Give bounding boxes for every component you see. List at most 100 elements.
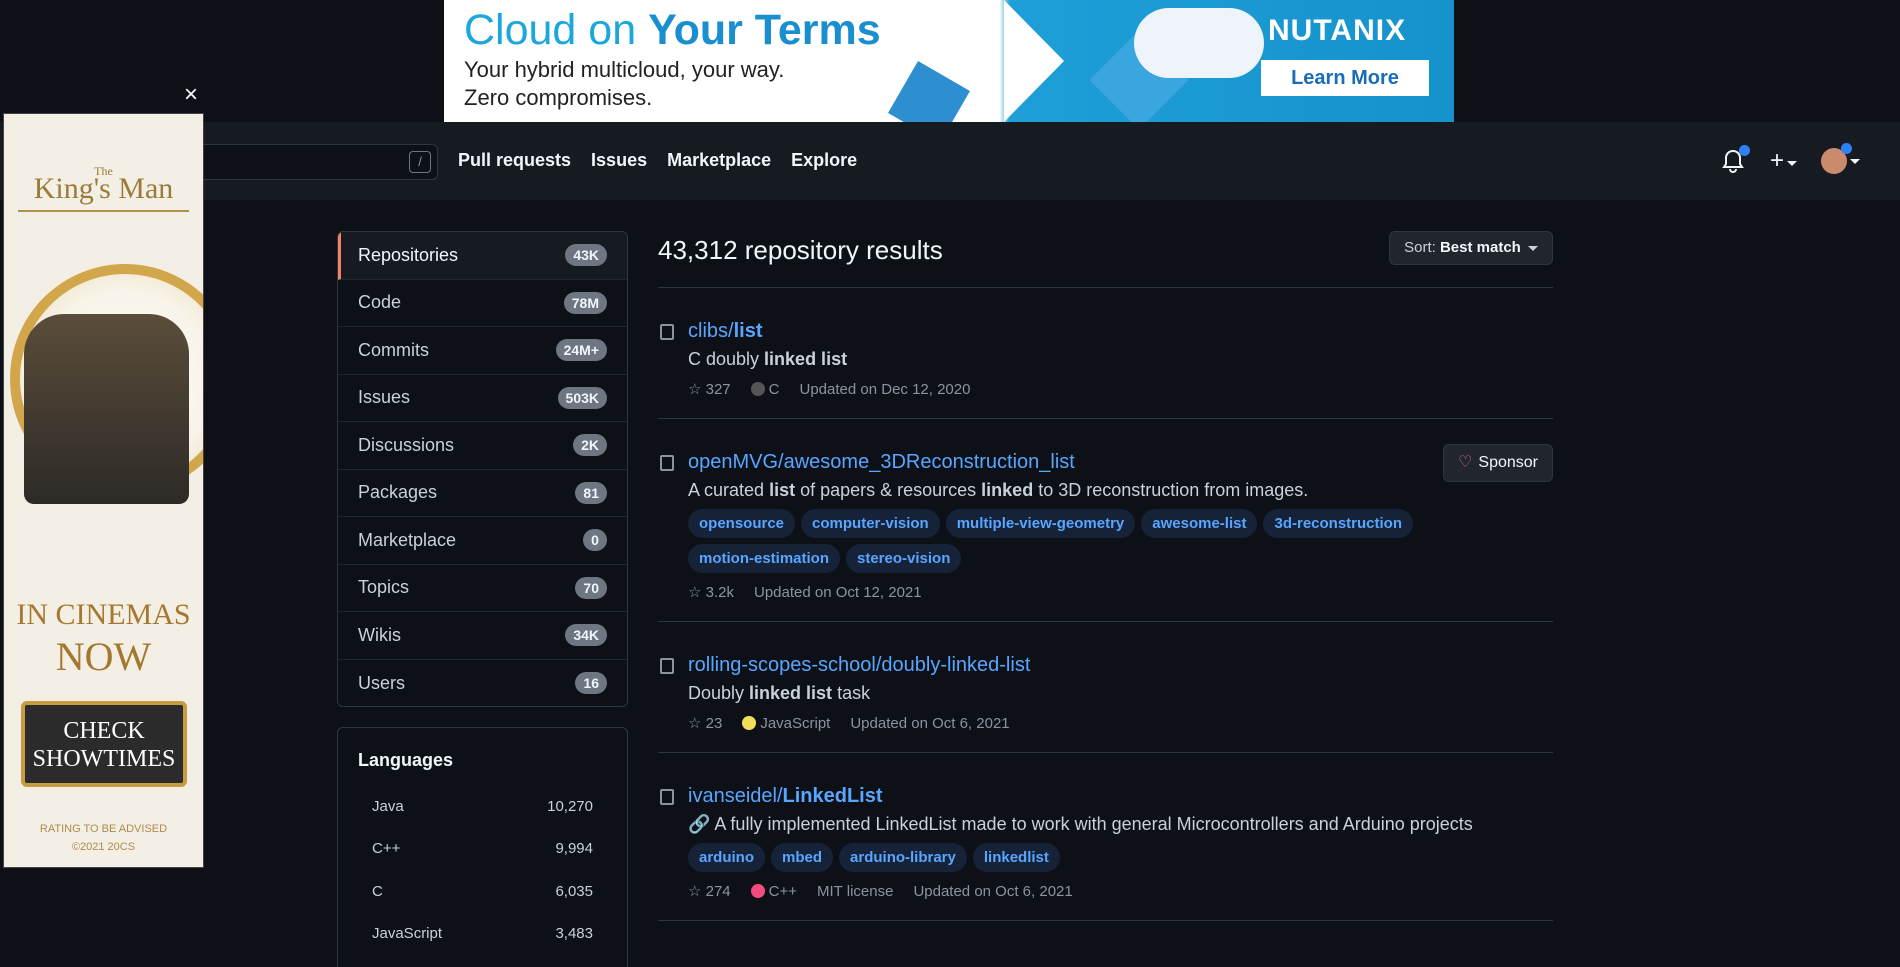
repo-meta: ☆ 3.2k Updated on Oct 12, 2021 — [688, 583, 1553, 602]
bell-icon[interactable] — [1722, 145, 1750, 173]
repo-link[interactable]: ivanseidel/LinkedList — [688, 785, 1553, 808]
language-item-javascript[interactable]: JavaScript 3,483 — [358, 913, 607, 956]
topic-tag[interactable]: stereo-vision — [846, 544, 962, 573]
count-badge: 503K — [557, 386, 607, 409]
nav-pull-requests[interactable]: Pull requests — [458, 150, 571, 171]
languages-filter: Languages Java 10,270 C++ 9,994 C 6,035 Jav… — [337, 727, 628, 967]
updated-date: Updated on Oct 12, 2021 — [753, 583, 922, 601]
filter-commits[interactable]: Commits 24M+ — [338, 327, 627, 375]
repo-license: MIT license — [817, 882, 894, 900]
topic-list: arduino mbed arduino-library linkedlist — [688, 843, 1548, 872]
updated-date: Updated on Oct 6, 2021 — [850, 714, 1010, 732]
ad-cast-image — [24, 314, 189, 504]
notification-dot — [1738, 145, 1750, 156]
count-badge: 24M+ — [555, 339, 607, 362]
count-badge: 81 — [575, 481, 607, 504]
topic-tag[interactable]: computer-vision — [801, 509, 940, 538]
repo-meta: ☆ 327 C Updated on Dec 12, 2020 — [688, 380, 1553, 399]
topic-tag[interactable]: opensource — [688, 509, 796, 538]
count-badge: 2K — [573, 434, 607, 457]
avatar — [1821, 143, 1852, 174]
topic-tag[interactable]: motion-estimation — [688, 544, 840, 573]
filter-users[interactable]: Users 16 — [338, 660, 627, 707]
ad-fine-print: RATING TO BE ADVISED ©2021 20CS — [39, 823, 168, 853]
ad-brand-logo: NUTANIX — [1268, 14, 1407, 47]
repo-meta: ☆ 274 C++ MIT license Updated on Oct 6, … — [688, 882, 1553, 901]
updated-date: Updated on Dec 12, 2020 — [799, 380, 971, 398]
languages-heading: Languages — [358, 750, 454, 770]
topic-tag[interactable]: linkedlist — [972, 843, 1060, 872]
topic-tag[interactable]: 3d-reconstruction — [1263, 509, 1413, 538]
repo-link[interactable]: rolling-scopes-school/doubly-linked-list — [688, 654, 1553, 677]
top-banner-ad[interactable]: Cloud on Your Terms Your hybrid multiclo… — [444, 0, 1454, 122]
ad-gem-graphic — [888, 61, 970, 122]
updated-date: Updated on Oct 6, 2021 — [913, 882, 1073, 900]
stars-count[interactable]: ☆ 3.2k — [688, 583, 734, 601]
plus-icon: + — [1769, 147, 1784, 174]
repo-result: ivanseidel/LinkedList 🔗 A fully implemen… — [658, 753, 1553, 921]
search-shortcut-key: / — [409, 151, 431, 173]
filter-repositories[interactable]: Repositories 43K — [338, 232, 627, 280]
stars-count[interactable]: ☆ 327 — [688, 380, 731, 398]
create-new-dropdown[interactable]: + — [1770, 149, 1797, 173]
repo-icon — [660, 658, 674, 674]
site-header: / Pull requests Issues Marketplace Explo… — [0, 122, 1900, 200]
repo-language: JavaScript — [742, 715, 830, 732]
repo-link[interactable]: clibs/list — [688, 320, 1553, 343]
ad-check-showtimes-button[interactable]: CHECK SHOWTIMES — [21, 701, 187, 787]
repo-result: clibs/list C doubly linked list ☆ 327 C … — [658, 288, 1553, 419]
repo-description: 🔗 A fully implemented LinkedList made to… — [688, 814, 1473, 834]
language-color-dot — [750, 381, 765, 396]
topic-tag[interactable]: arduino — [688, 843, 765, 872]
status-dot — [1841, 143, 1852, 154]
filter-topics[interactable]: Topics 70 — [338, 565, 627, 612]
nav-explore[interactable]: Explore — [791, 150, 857, 171]
star-icon: ☆ — [688, 584, 702, 601]
repo-description: Doubly linked list task — [688, 683, 871, 703]
language-item-c[interactable]: C 6,035 — [358, 870, 607, 913]
count-badge: 0 — [583, 529, 607, 552]
language-color-dot — [742, 715, 757, 730]
repo-icon — [660, 455, 674, 471]
language-item-java[interactable]: Java 10,270 — [358, 785, 607, 828]
filter-wikis[interactable]: Wikis 34K — [338, 612, 627, 660]
star-icon: ☆ — [688, 715, 702, 732]
sponsor-button[interactable]: ♡ Sponsor — [1443, 444, 1553, 482]
language-item-cpp[interactable]: C++ 9,994 — [358, 828, 607, 871]
repo-link[interactable]: openMVG/awesome_3DReconstruction_list — [688, 451, 1553, 474]
stars-count[interactable]: ☆ 23 — [688, 714, 722, 732]
topic-tag[interactable]: mbed — [771, 843, 834, 872]
search-input[interactable]: / — [195, 144, 438, 180]
user-menu-dropdown[interactable] — [1821, 143, 1860, 174]
ad-cloud-graphic — [1134, 8, 1264, 78]
nav-issues[interactable]: Issues — [591, 150, 647, 171]
language-color-dot — [750, 883, 765, 898]
topic-tag[interactable]: multiple-view-geometry — [945, 509, 1136, 538]
stars-count[interactable]: ☆ 274 — [688, 882, 731, 900]
filter-code[interactable]: Code 78M — [338, 280, 627, 327]
repo-icon — [660, 324, 674, 340]
ad-divider — [18, 210, 189, 212]
sort-dropdown[interactable]: Sort: Best match — [1389, 231, 1553, 265]
header-actions: + — [1722, 143, 1860, 174]
nav-marketplace[interactable]: Marketplace — [667, 150, 771, 171]
close-icon[interactable]: × — [184, 83, 198, 107]
filter-marketplace[interactable]: Marketplace 0 — [338, 517, 627, 565]
star-icon: ☆ — [688, 883, 702, 900]
chevron-down-icon — [1850, 158, 1860, 164]
filter-issues[interactable]: Issues 503K — [338, 375, 627, 422]
results-count-title: 43,312 repository results — [658, 235, 943, 265]
filter-packages[interactable]: Packages 81 — [338, 470, 627, 517]
repo-language: C++ — [750, 883, 797, 900]
topic-tag[interactable]: arduino-library — [839, 843, 967, 872]
ad-arrow-shape — [1004, 0, 1064, 122]
ad-learn-more-button[interactable]: Learn More — [1261, 60, 1429, 96]
ad-headline: Cloud on Your Terms — [464, 6, 881, 54]
count-badge: 78M — [563, 291, 607, 314]
filter-discussions[interactable]: Discussions 2K — [338, 422, 627, 470]
topic-tag[interactable]: awesome-list — [1141, 509, 1258, 538]
side-banner-ad[interactable]: The King's Man IN CINEMAS NOW CHECK SHOW… — [3, 113, 204, 868]
count-badge: 34K — [565, 624, 607, 647]
repo-result: openMVG/awesome_3DReconstruction_list ♡ S… — [658, 419, 1553, 622]
heart-icon: ♡ — [1458, 454, 1473, 471]
